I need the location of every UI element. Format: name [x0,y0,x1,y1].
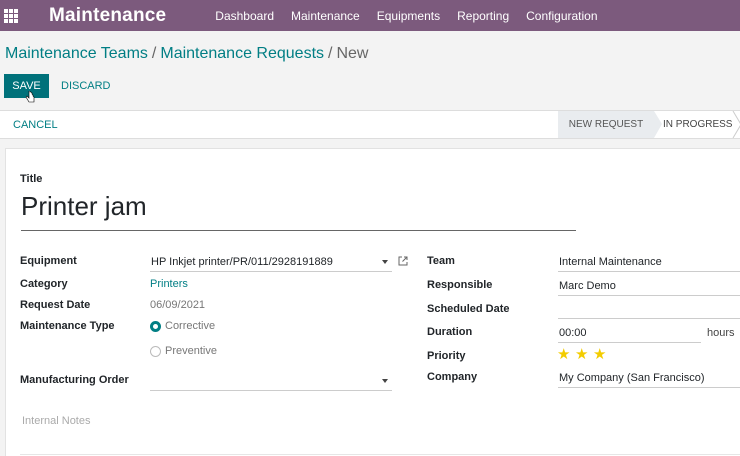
menu-item-equipments[interactable]: Equipments [377,9,440,23]
responsible-label: Responsible [427,279,493,291]
priority-label: Priority [427,350,466,362]
preventive-option-label[interactable]: Preventive [165,345,217,357]
menu-item-dashboard[interactable]: Dashboard [215,9,274,23]
chevron-down-icon[interactable] [382,260,388,264]
duration-label: Duration [427,326,473,338]
external-link-icon[interactable] [398,256,408,266]
duration-unit: hours [707,327,735,339]
team-label: Team [427,255,455,267]
menu-item-maintenance[interactable]: Maintenance [291,9,360,23]
star-icon[interactable]: ★ [557,345,570,363]
apps-grid-icon[interactable] [4,8,18,23]
breadcrumb-maintenance-requests[interactable]: Maintenance Requests [160,45,324,62]
chevron-down-icon[interactable] [382,379,388,383]
mouse-pointer-icon [26,91,35,103]
breadcrumb-maintenance-teams[interactable]: Maintenance Teams [5,45,148,62]
status-bar: CANCEL NEW REQUEST IN PROGRESS [0,110,740,139]
company-field[interactable]: My Company (San Francisco) [559,372,705,384]
scheduled-date-underline [558,318,740,319]
category-label: Category [20,278,68,290]
request-date-value: 06/09/2021 [150,299,206,311]
category-link[interactable]: Printers [150,278,188,290]
breadcrumb-current: New [336,45,369,62]
stage-arrow [654,111,662,138]
breadcrumb-separator: / [328,45,333,62]
duration-field[interactable]: 00:00 [559,327,587,339]
equipment-field[interactable]: HP Inkjet printer/PR/011/2928191889 [151,256,333,268]
preventive-radio[interactable] [150,346,161,357]
scheduled-date-label: Scheduled Date [427,303,510,315]
maintenance-type-label: Maintenance Type [20,320,115,332]
form-sheet: Title Printer jam Equipment HP Inkjet pr… [5,148,740,456]
duration-underline [558,342,701,343]
app-title[interactable]: Maintenance [49,5,166,27]
main-menu: Dashboard Maintenance Equipments Reporti… [215,9,614,23]
equipment-underline [150,271,392,272]
stage-in-progress[interactable]: IN PROGRESS [663,111,732,138]
star-icon[interactable]: ★ [575,345,588,363]
manufacturing-order-label: Manufacturing Order [20,374,129,386]
internal-notes-field[interactable]: Internal Notes [22,415,90,427]
responsible-underline [558,295,740,296]
discard-button[interactable]: DISCARD [61,80,111,92]
request-date-label: Request Date [20,299,91,311]
manufacturing-order-underline [150,390,392,391]
responsible-field[interactable]: Marc Demo [559,280,616,292]
company-underline [558,387,740,388]
title-label: Title [20,173,43,185]
top-navbar: Maintenance Dashboard Maintenance Equipm… [0,0,740,31]
stage-new-request[interactable]: NEW REQUEST [558,111,654,138]
breadcrumb: Maintenance Teams / Maintenance Requests / N… [5,45,368,63]
menu-item-reporting[interactable]: Reporting [457,9,509,23]
stage-separator-icon [732,111,740,138]
company-label: Company [427,371,478,383]
breadcrumb-separator: / [151,45,157,62]
star-icon[interactable]: ★ [593,345,606,363]
cancel-button[interactable]: CANCEL [13,119,58,131]
title-input[interactable]: Printer jam [21,191,576,231]
equipment-label: Equipment [20,255,77,267]
menu-item-configuration[interactable]: Configuration [526,9,597,23]
notes-underline [20,454,740,455]
corrective-option-label[interactable]: Corrective [165,320,215,332]
team-field[interactable]: Internal Maintenance [559,256,662,268]
corrective-radio[interactable] [150,321,161,332]
team-underline [558,271,740,272]
